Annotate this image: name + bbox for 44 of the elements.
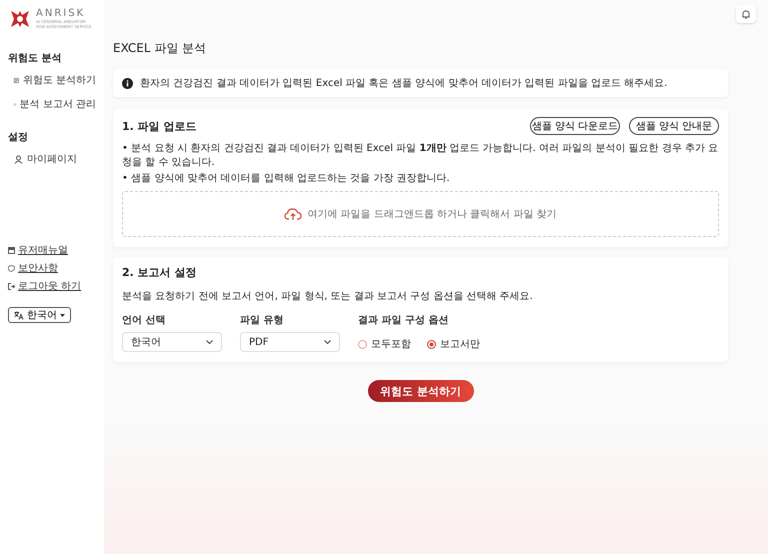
section-title: 설정	[8, 131, 29, 144]
logo-name: ANRISK	[36, 8, 86, 19]
book-icon	[8, 246, 15, 254]
notice-text: 환자의 건강검진 결과 데이터가 입력된 Excel 파일 혹은 샘플 양식에 맞추어 데이터가 입력된 파일을 업로드 해주세요.	[140, 77, 668, 90]
file-type-dropdown[interactable]: PDF	[240, 332, 340, 352]
bullet-text: • 샘플 양식에 맞추어 데이터를 입력해 업로드하는 것을 가장 권장합니다.	[122, 172, 451, 185]
nav-item[interactable]: 마이페이지	[8, 147, 96, 171]
nav-item[interactable]: 위험도 분석하기	[8, 68, 96, 92]
sidebar-link[interactable]: 유저매뉴얼	[8, 243, 96, 257]
section-heading: 2. 보고서 설정	[122, 265, 198, 280]
info-icon	[122, 78, 133, 88]
field-label: 결과 파일 구성 옵션	[358, 314, 450, 327]
nav-item[interactable]: 분석 보고서 관리	[8, 92, 96, 116]
list-icon	[14, 76, 19, 84]
file-dropzone[interactable]: 여기에 파일을 드래그앤드롭 하거나 클릭해서 파일 찾기	[122, 191, 719, 237]
radio-button[interactable]	[427, 340, 436, 348]
logo-icon	[8, 8, 32, 28]
caret-icon	[60, 314, 65, 316]
section-heading: 1. 파일 업로드	[122, 118, 196, 134]
field-label: 파일 유형	[240, 314, 284, 327]
chevron-down-icon	[206, 340, 213, 344]
chevron-down-icon	[324, 340, 331, 344]
radio-option[interactable]: 보고서만	[427, 337, 480, 351]
radio-option[interactable]: 모두포함	[358, 337, 411, 351]
section-title: 위험도 분석	[8, 52, 62, 65]
sidebar-link[interactable]: 보안사항	[8, 261, 96, 275]
bell-icon	[742, 10, 750, 18]
translate-icon	[14, 310, 24, 320]
sample-button[interactable]: 샘플 양식 안내문	[629, 117, 719, 135]
language-dropdown[interactable]: 한국어	[122, 332, 222, 352]
sidebar-link[interactable]: 로그아웃 하기	[8, 279, 96, 293]
page-title: EXCEL 파일 분석	[113, 40, 208, 57]
notification-button[interactable]	[736, 5, 756, 23]
radio-button[interactable]	[358, 340, 367, 348]
sample-button[interactable]: 샘플 양식 다운로드	[530, 117, 620, 135]
language-select[interactable]: 한국어	[8, 307, 71, 323]
analyze-button[interactable]: 위험도 분석하기	[368, 380, 474, 402]
logout-icon	[8, 282, 15, 290]
bullet-text: • 분석 요청 시 환자의 건강검진 결과 데이터가 입력된 Excel 파일 1개만 업로드 가능합니다. 여러 파일의 분석이 필요한 경우 추가 요청을 할 수 있습니다.	[122, 142, 719, 169]
shield-icon	[8, 264, 15, 272]
cloud-upload-icon	[284, 208, 302, 220]
user-icon	[14, 154, 23, 164]
section-description: 분석을 요청하기 전에 보고서 언어, 파일 형식, 또는 결과 보고서 구성 옵션을 선택해 주세요.	[122, 290, 534, 303]
field-label: 언어 선택	[122, 314, 166, 327]
